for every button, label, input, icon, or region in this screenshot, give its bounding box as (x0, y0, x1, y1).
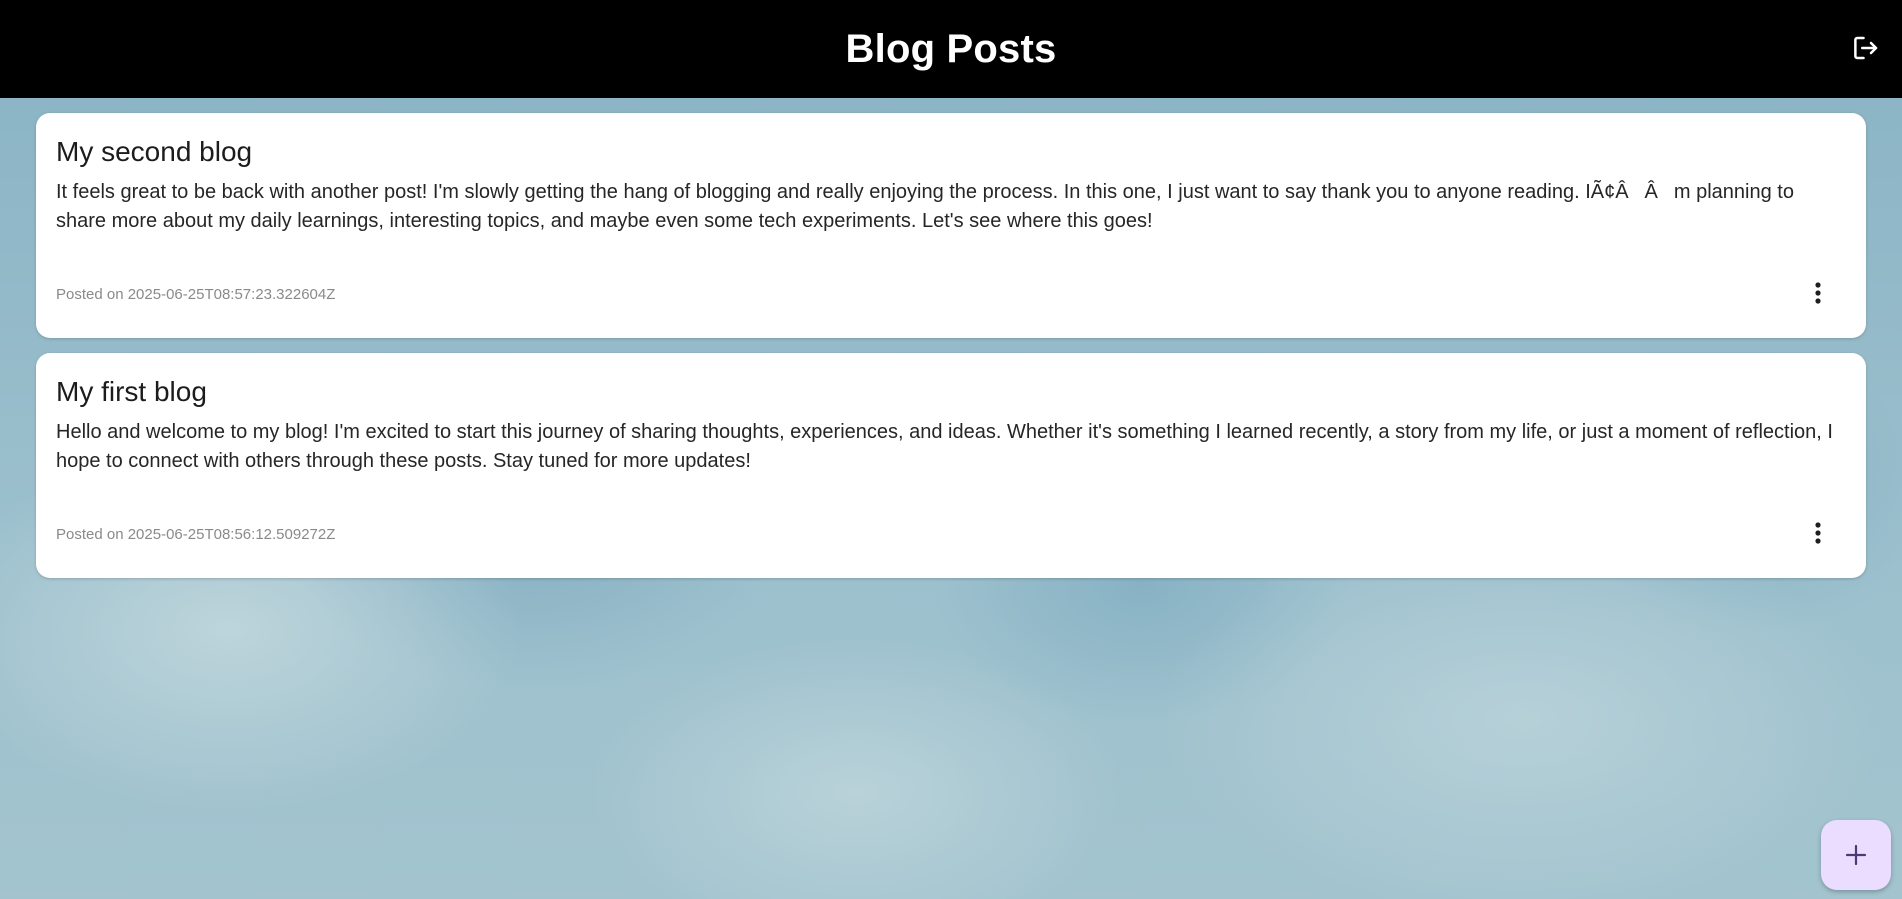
post-body: Hello and welcome to my blog! I'm excite… (56, 421, 1833, 472)
post-card[interactable]: My second blog It feels great to be back… (36, 113, 1866, 338)
page-title: Blog Posts (845, 26, 1057, 71)
more-vert-icon (1815, 522, 1821, 544)
more-vert-icon (1815, 282, 1821, 304)
logout-icon (1854, 36, 1878, 60)
posts-list: My second blog It feels great to be back… (36, 113, 1866, 593)
logout-button[interactable] (1848, 30, 1884, 66)
post-title: My first blog (56, 376, 207, 407)
post-title: My second blog (56, 136, 253, 167)
app-bar: Blog Posts (0, 0, 1902, 98)
post-body: It feels great to be back with another p… (56, 181, 1794, 232)
add-icon (1845, 844, 1867, 866)
post-date: Posted on 2025-06-25T08:56:12.509272Z (56, 526, 336, 543)
post-date: Posted on 2025-06-25T08:57:23.322604Z (56, 286, 336, 303)
add-post-button[interactable] (1821, 820, 1891, 890)
post-card[interactable]: My first blog Hello and welcome to my bl… (36, 353, 1866, 578)
post-menu-button[interactable] (1806, 281, 1830, 305)
post-menu-button[interactable] (1806, 521, 1830, 545)
